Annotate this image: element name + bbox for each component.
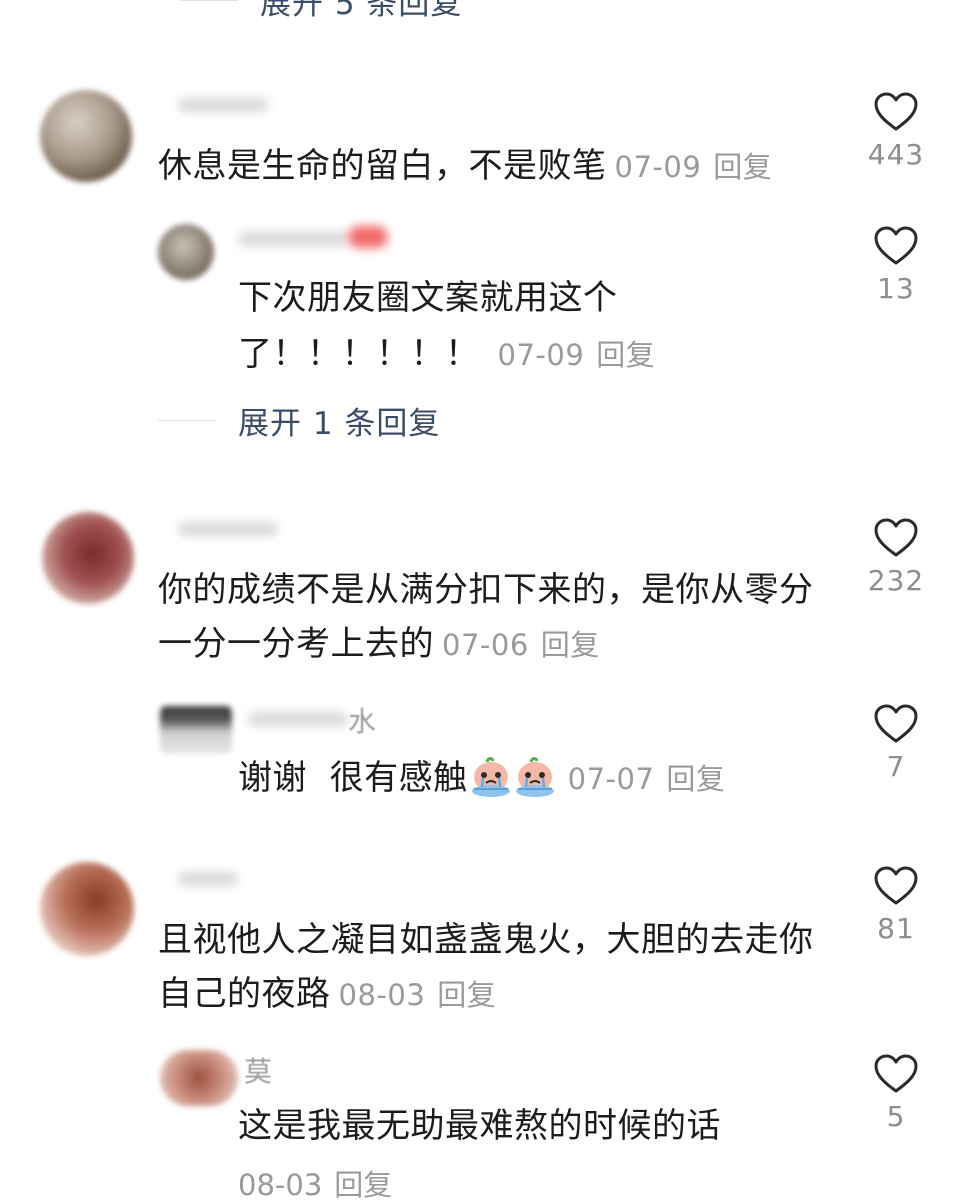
avatar[interactable] bbox=[160, 706, 232, 754]
like-count: 5 bbox=[886, 1100, 906, 1133]
comment-text: 休息是生命的留白，不是败笔 07-09 回复 bbox=[158, 138, 772, 195]
comment-meta: 08-03 回复 bbox=[238, 1162, 392, 1204]
heart-outline-icon bbox=[874, 226, 918, 265]
divider-line bbox=[180, 0, 238, 1]
avatar[interactable] bbox=[42, 512, 134, 604]
crying-face-icon bbox=[515, 757, 554, 797]
comment-date: 08-03 bbox=[338, 978, 426, 1012]
comment-date: 07-06 bbox=[442, 628, 529, 662]
expand-replies-label: 展开 5 条回复 bbox=[260, 0, 463, 22]
comment-text-line: 你的成绩不是从满分扣下来的，是你从零分 bbox=[158, 570, 814, 610]
comment-text-line: 休息是生命的留白，不是败笔 bbox=[158, 146, 607, 186]
comment-text-line: 且视他人之凝目如盏盏鬼火，大胆的去走你 bbox=[158, 920, 814, 960]
like-button[interactable]: 81 bbox=[846, 866, 946, 945]
avatar[interactable] bbox=[158, 224, 214, 280]
like-button[interactable]: 443 bbox=[846, 92, 946, 171]
comment-text-line: 自己的夜路 bbox=[158, 974, 331, 1014]
heart-outline-icon bbox=[874, 92, 918, 131]
comment-text: 自己的夜路 08-03 回复 bbox=[158, 966, 496, 1023]
like-button[interactable]: 5 bbox=[846, 1054, 946, 1133]
reply-button[interactable]: 回复 bbox=[437, 978, 496, 1012]
comment-text: 这是我最无助最难熬的时候的话 bbox=[238, 1098, 721, 1154]
heart-outline-icon bbox=[874, 866, 918, 905]
like-count: 7 bbox=[886, 750, 906, 783]
heart-outline-icon bbox=[874, 704, 918, 743]
like-count: 13 bbox=[877, 272, 915, 305]
like-count: 232 bbox=[867, 564, 925, 597]
like-button[interactable]: 7 bbox=[846, 704, 946, 783]
reply-button[interactable]: 回复 bbox=[541, 628, 600, 662]
comment-text-line: 了！！！！！！ bbox=[238, 334, 480, 374]
expand-replies-top[interactable]: 展开 5 条回复 bbox=[180, 0, 463, 22]
comment-date: 08-03 bbox=[238, 1168, 323, 1202]
comment-date: 07-09 bbox=[497, 338, 585, 372]
like-count: 443 bbox=[867, 138, 925, 171]
comment-text: 了！！！！！！ 07-09 回复 bbox=[238, 326, 655, 383]
comment-text: 且视他人之凝目如盏盏鬼火，大胆的去走你 bbox=[158, 912, 814, 968]
comment-date: 07-09 bbox=[614, 150, 702, 184]
username-blurred[interactable] bbox=[248, 712, 348, 726]
reply-button[interactable]: 回复 bbox=[713, 150, 772, 184]
avatar[interactable] bbox=[40, 90, 132, 182]
comment-text: 下次朋友圈文案就用这个 bbox=[238, 270, 618, 326]
comment-text-line: 一分一分考上去的 bbox=[158, 624, 434, 664]
username-blurred[interactable] bbox=[238, 232, 348, 246]
username-blurred[interactable] bbox=[178, 872, 238, 886]
comment-text: 谢谢 很有感触 07-07 回复 bbox=[238, 750, 725, 807]
comment-text: 你的成绩不是从满分扣下来的，是你从零分 bbox=[158, 562, 814, 618]
avatar[interactable] bbox=[40, 862, 134, 956]
avatar[interactable] bbox=[160, 1050, 238, 1106]
reply-button[interactable]: 回复 bbox=[334, 1168, 392, 1202]
comment-text-line: 谢谢 很有感触 bbox=[238, 758, 468, 798]
heart-outline-icon bbox=[874, 518, 918, 557]
reply-button[interactable]: 回复 bbox=[666, 762, 725, 796]
expand-replies-label: 展开 1 条回复 bbox=[238, 405, 441, 442]
username-fragment: 莫 bbox=[244, 1055, 273, 1088]
username-fragment: 水 bbox=[348, 705, 377, 738]
comment-text: 一分一分考上去的 07-06 回复 bbox=[158, 616, 600, 673]
like-count: 81 bbox=[877, 912, 915, 945]
username-blurred[interactable] bbox=[178, 98, 268, 112]
reply-button[interactable]: 回复 bbox=[596, 338, 655, 372]
crying-face-icon bbox=[471, 757, 510, 797]
expand-replies[interactable]: 展开 1 条回复 bbox=[158, 400, 441, 442]
divider-line bbox=[158, 419, 216, 421]
like-button[interactable]: 13 bbox=[846, 226, 946, 305]
like-button[interactable]: 232 bbox=[846, 518, 946, 597]
comment-text-line: 这是我最无助最难熬的时候的话 bbox=[238, 1106, 721, 1146]
comment-date: 07-07 bbox=[567, 762, 655, 796]
username-blurred[interactable] bbox=[178, 522, 278, 536]
heart-outline-icon bbox=[874, 1054, 918, 1093]
comment-text-line: 下次朋友圈文案就用这个 bbox=[238, 278, 618, 318]
badge-blurred bbox=[348, 226, 388, 248]
